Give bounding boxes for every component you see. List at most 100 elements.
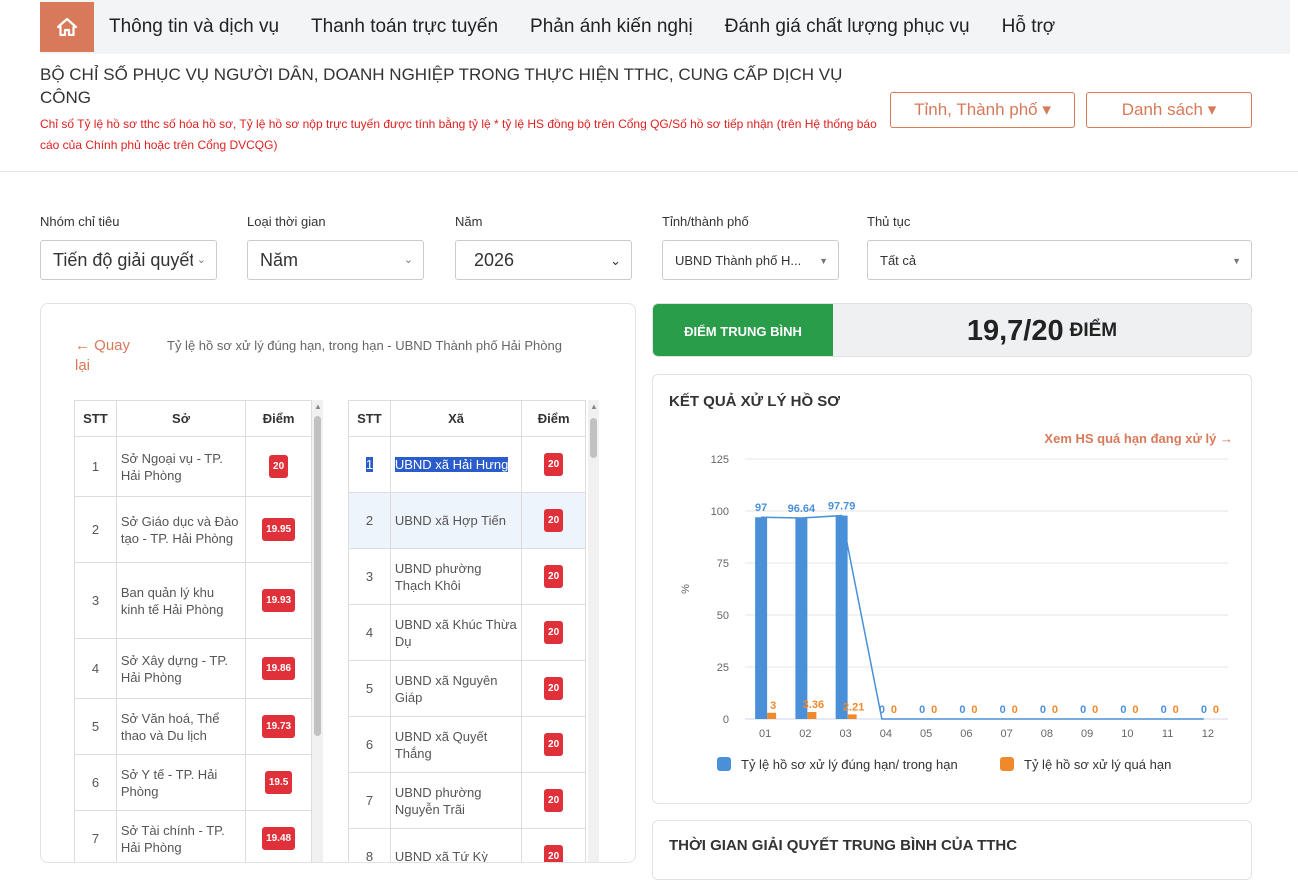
scrollbar-thumb[interactable]: [590, 418, 597, 458]
row-stt: 4: [91, 661, 100, 676]
table-row[interactable]: 4 UBND xã Khúc Thừa Dụ 20: [348, 604, 586, 661]
score-badge: 19.48: [262, 827, 296, 850]
nav-item-support[interactable]: Hỗ trợ: [1002, 16, 1056, 38]
column-header[interactable]: Xã: [389, 400, 523, 437]
row-stt: 3: [365, 569, 374, 584]
x-tick-label: 03: [840, 728, 852, 740]
legend-label-series-2: Tỷ lệ hồ sơ xử lý quá hạn: [1024, 757, 1171, 772]
processing-result-chart: 0255075100125%9730196.643.360297.792.210…: [680, 454, 1228, 772]
province-select[interactable]: UBND Thành phố H... ▼: [662, 240, 839, 280]
average-score-label: ĐIỂM TRUNG BÌNH: [653, 304, 833, 356]
header-divider: [0, 171, 1298, 172]
year-select[interactable]: 2026 ⌄: [455, 240, 632, 280]
table-row[interactable]: 3 Ban quản lý khu kinh tế Hải Phòng 19.93: [74, 562, 312, 639]
column-header[interactable]: Sở: [115, 400, 247, 437]
province-dropdown-button[interactable]: Tỉnh, Thành phố ▾: [890, 92, 1075, 128]
row-name: Sở Xây dựng - TP. Hải Phòng: [120, 652, 228, 685]
data-label-series-2: 0: [1012, 704, 1018, 716]
row-stt: 7: [365, 793, 374, 808]
table-row[interactable]: 1 UBND xã Hải Hưng 20: [348, 436, 586, 493]
table-row[interactable]: 1 Sở Ngoại vụ - TP. Hải Phòng 20: [74, 436, 312, 497]
score-badge: 19.86: [262, 657, 296, 680]
row-name: UBND xã Nguyên Giáp: [394, 672, 498, 705]
y-axis-label: %: [680, 584, 692, 594]
score-badge: 20: [544, 621, 564, 644]
time-type-select[interactable]: Năm ⌄: [247, 240, 424, 280]
data-label-series-2: 0: [1092, 704, 1098, 716]
table-row[interactable]: 5 UBND xã Nguyên Giáp 20: [348, 660, 586, 717]
series-1-trend-line: [761, 514, 1204, 720]
score-badge: 19.5: [264, 771, 293, 794]
home-button[interactable]: [40, 2, 94, 52]
chevron-down-icon: ⌄: [403, 254, 413, 266]
bar-series-1: [795, 517, 808, 719]
nav-item-feedback[interactable]: Phản ánh kiến nghị: [530, 16, 693, 38]
procedure-select[interactable]: Tất cả ▼: [867, 240, 1252, 280]
table-row[interactable]: 3 UBND phường Thạch Khôi 20: [348, 548, 586, 605]
back-link[interactable]: ← Quay lại: [75, 336, 145, 376]
bar-series-1: [835, 515, 848, 719]
score-badge: 20: [544, 733, 564, 756]
column-header[interactable]: Điểm: [245, 400, 312, 437]
scrollbar-thumb[interactable]: [314, 416, 321, 736]
row-name: Sở Ngoại vụ - TP. Hải Phòng: [120, 450, 223, 483]
average-score-card: ĐIỂM TRUNG BÌNH 19,7/20 ĐIỂM: [652, 303, 1252, 357]
group-select[interactable]: Tiến độ giải quyết ⌄: [40, 240, 217, 280]
x-tick-label: 07: [1001, 728, 1013, 740]
bar-series-2: [767, 712, 777, 719]
legend-label-series-1: Tỷ lệ hồ sơ xử lý đúng hạn/ trong hạn: [741, 757, 958, 772]
row-stt: 5: [91, 719, 100, 734]
data-label-series-1: 0: [1161, 704, 1167, 716]
scroll-up-icon[interactable]: ▲: [590, 402, 598, 411]
nav-item-rating[interactable]: Đánh giá chất lượng phục vụ: [725, 16, 970, 38]
table-row[interactable]: 6 Sở Y tế - TP. Hải Phòng 19.5: [74, 754, 312, 811]
score-badge: 20: [544, 509, 564, 532]
nav-item-services[interactable]: Thông tin và dịch vụ: [109, 16, 279, 38]
year-value: 2026: [474, 249, 515, 270]
average-score-unit: ĐIỂM: [1069, 320, 1118, 341]
score-badge: 20: [544, 789, 564, 812]
province-value: UBND Thành phố H...: [675, 252, 802, 268]
row-name: Sở Giáo dục và Đào tạo - TP. Hải Phòng: [120, 513, 239, 546]
row-name: Sở Y tế - TP. Hải Phòng: [120, 766, 218, 799]
row-name: UBND phường Nguyễn Trãi: [394, 784, 482, 817]
procedure-label: Thủ tục: [867, 214, 911, 229]
top-navigation: Thông tin và dịch vụ Thanh toán trực tuy…: [40, 0, 1290, 54]
row-stt: 8: [365, 849, 374, 863]
page-title: BỘ CHỈ SỐ PHỤC VỤ NGƯỜI DÂN, DOANH NGHIỆ…: [40, 65, 843, 107]
year-label: Năm: [455, 214, 483, 229]
column-header[interactable]: Điểm: [521, 400, 586, 437]
x-tick-label: 12: [1202, 728, 1214, 740]
list-dropdown-button[interactable]: Danh sách ▾: [1086, 92, 1252, 128]
table-row[interactable]: 7 Sở Tài chính - TP. Hải Phòng 19.48: [74, 810, 312, 862]
scroll-up-icon[interactable]: ▲: [314, 402, 322, 411]
table-row[interactable]: 7 UBND phường Nguyễn Trãi 20: [348, 772, 586, 829]
row-stt: 2: [91, 522, 100, 537]
score-badge: 20: [544, 677, 564, 700]
column-header[interactable]: STT: [74, 400, 117, 437]
table-row[interactable]: 8 UBND xã Tứ Kỳ 20: [348, 828, 586, 863]
row-name: UBND xã Tứ Kỳ: [394, 849, 488, 863]
y-tick-label: 125: [711, 454, 729, 466]
score-badge: 20: [544, 453, 564, 476]
nav-item-payment[interactable]: Thanh toán trực tuyến: [311, 16, 498, 38]
data-label-series-1: 97.79: [828, 501, 856, 513]
row-stt: 1: [365, 457, 374, 472]
table-row[interactable]: 4 Sở Xây dựng - TP. Hải Phòng 19.86: [74, 638, 312, 699]
bar-series-2: [807, 712, 817, 719]
table-row[interactable]: 5 Sở Văn hoá, Thể thao và Du lịch 19.73: [74, 698, 312, 755]
x-tick-label: 05: [920, 728, 932, 740]
x-tick-label: 08: [1041, 728, 1053, 740]
department-table-scrollbar[interactable]: ▲: [312, 400, 323, 862]
commune-table-scrollbar[interactable]: ▲: [588, 400, 599, 862]
table-row[interactable]: 6 UBND xã Quyết Thắng 20: [348, 716, 586, 773]
table-row[interactable]: 2 Sở Giáo dục và Đào tạo - TP. Hải Phòng 1…: [74, 496, 312, 563]
row-stt: 5: [365, 681, 374, 696]
score-badge: 19.93: [262, 589, 296, 612]
procedure-value: Tất cả: [880, 252, 917, 268]
data-label-series-2: 3: [770, 700, 776, 712]
score-badge: 20: [269, 455, 289, 478]
column-header[interactable]: STT: [348, 400, 391, 437]
table-row[interactable]: 2 UBND xã Hợp Tiến 20: [348, 492, 586, 549]
data-label-series-1: 0: [1080, 704, 1086, 716]
